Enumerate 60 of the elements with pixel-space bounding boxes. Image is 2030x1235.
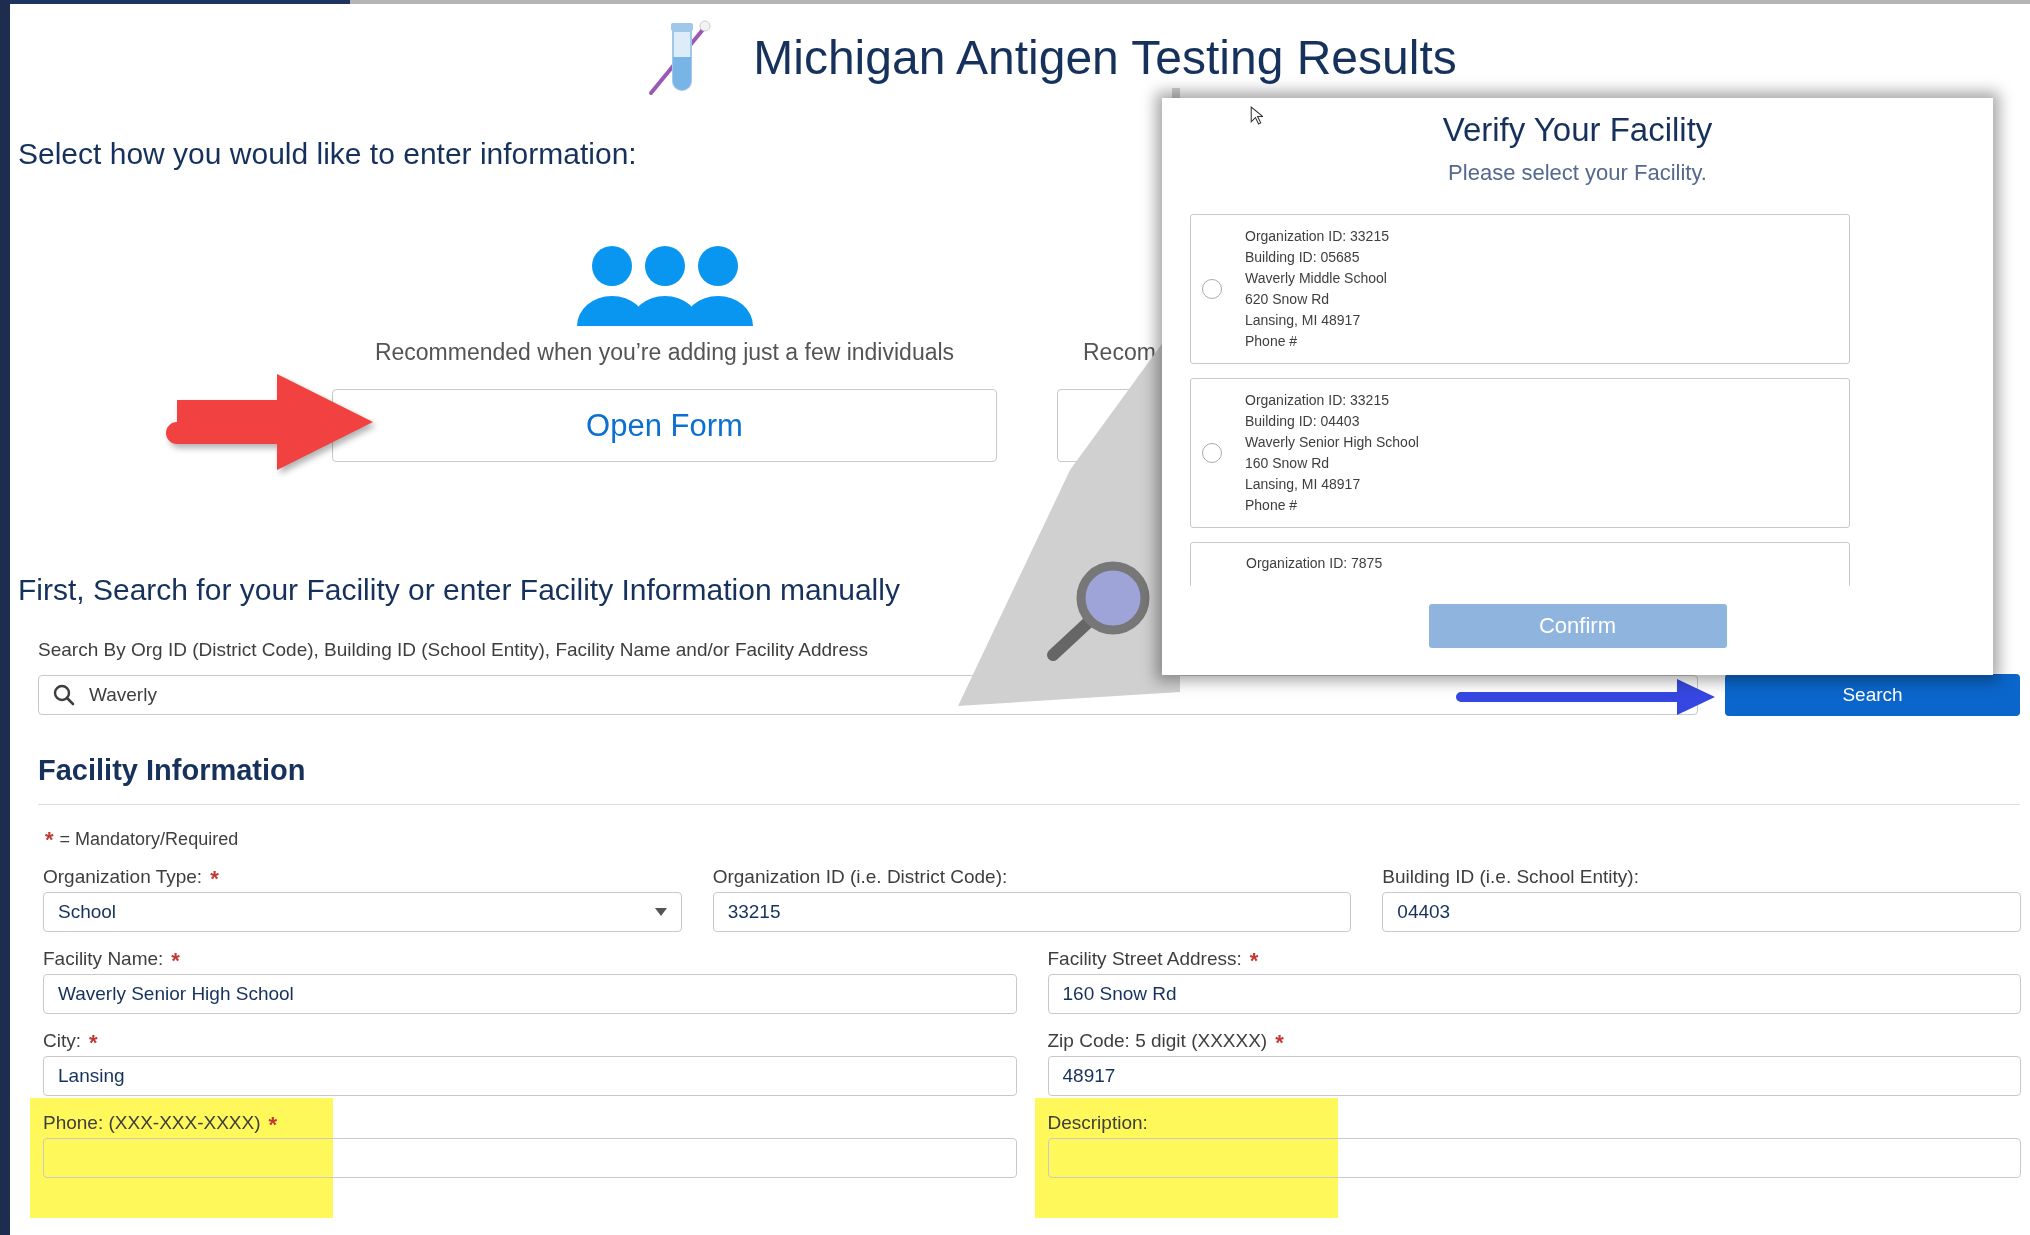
section-heading: Facility Information <box>38 753 306 788</box>
field-label: Description: <box>1047 1112 1148 1134</box>
required-asterisk: * <box>89 1034 98 1052</box>
dialog-subtitle: Please select your Facility. <box>1448 160 1707 186</box>
facility-detail: Building ID: 05685 <box>1245 248 1361 267</box>
facility-detail: Waverly Middle School <box>1245 269 1388 288</box>
facility-option[interactable]: Organization ID: 33215 Building ID: 04403 Waverly Senior High School 160 Snow Rd Lansing, MI 48917 Phone # <box>1190 378 1850 528</box>
required-asterisk: * <box>268 1116 278 1134</box>
cursor-icon <box>1250 106 1263 125</box>
facility-detail: 620 Snow Rd <box>1245 290 1331 309</box>
open-form-button[interactable]: Open Form <box>332 389 997 462</box>
option-caption: Recommended when you’re adding just a few individuals <box>374 338 955 366</box>
dialog-title: Verify Your Facility <box>1442 110 1713 150</box>
field-label: City: <box>43 1030 81 1052</box>
input-field[interactable]: Waverly Senior High School <box>43 974 1017 1014</box>
field-label: Facility Name: <box>43 948 164 970</box>
input-field[interactable]: Lansing <box>43 1056 1017 1096</box>
page-title: Michigan Antigen Testing Results <box>753 29 1457 85</box>
facility-detail: Organization ID: 33215 <box>1245 391 1390 410</box>
field-label: Organization Type: <box>43 866 203 888</box>
required-asterisk: * <box>1249 952 1259 970</box>
search-field[interactable]: Waverly <box>38 675 1698 715</box>
facility-option[interactable]: Organization ID: 33215 Building ID: 05685 Waverly Middle School 620 Snow Rd Lansing, MI 48917 Phone # <box>1190 214 1850 364</box>
input-field[interactable]: 160 Snow Rd <box>1047 974 2021 1014</box>
facility-detail: Organization ID: 33215 <box>1245 227 1389 246</box>
required-asterisk: * <box>210 870 219 888</box>
people-icon <box>576 244 753 326</box>
required-asterisk: * <box>171 952 180 970</box>
facility-detail: Lansing, MI 48917 <box>1245 475 1362 494</box>
search-icon <box>53 684 75 706</box>
facility-detail: Phone # <box>1245 496 1299 515</box>
input-field[interactable] <box>43 1138 1017 1178</box>
field-label: Building ID (i.e. School Entity): <box>1382 866 1639 888</box>
facility-detail: Waverly Senior High School <box>1245 433 1419 452</box>
search-heading: First, Search for your Facility or enter Facility Information manually <box>18 572 900 608</box>
facility-detail: 160 Snow Rd <box>1245 454 1331 473</box>
input-field[interactable]: 04403 <box>1382 892 2021 932</box>
facility-option[interactable]: Organization ID: 7875 <box>1190 542 1850 586</box>
input-field[interactable]: 48917 <box>1047 1056 2021 1096</box>
field-label: Phone: (XXX-XXX-XXXX) <box>43 1112 261 1134</box>
select-field[interactable]: School <box>43 892 682 932</box>
facility-detail: Building ID: 04403 <box>1245 412 1361 431</box>
facility-detail: Phone # <box>1245 332 1299 351</box>
option-caption: Recom <box>1083 338 1156 366</box>
field-label: Organization ID (i.e. District Code): <box>712 866 1008 888</box>
search-label: Search By Org ID (District Code), Building ID (School Entity), Facility Name and/or Facility Address <box>37 638 869 662</box>
legend-text: = Mandatory/Required <box>59 829 239 850</box>
search-button[interactable]: Search <box>1725 674 2020 716</box>
entry-prompt: Select how you would like to enter information: <box>18 136 637 172</box>
facility-detail: Lansing, MI 48917 <box>1245 311 1362 330</box>
required-asterisk: * <box>45 830 54 849</box>
arrow-icon <box>165 372 375 472</box>
input-field[interactable]: 33215 <box>712 892 1352 932</box>
input-field[interactable] <box>1047 1138 2021 1178</box>
arrow-icon <box>1455 677 1717 717</box>
facility-detail: Organization ID: 7875 <box>1246 554 1383 573</box>
field-label: Facility Street Address: <box>1047 948 1242 970</box>
required-asterisk: * <box>1275 1034 1284 1052</box>
field-label: Zip Code: 5 digit (XXXXX) <box>1047 1030 1268 1052</box>
dropdown-caret-icon <box>654 908 667 916</box>
